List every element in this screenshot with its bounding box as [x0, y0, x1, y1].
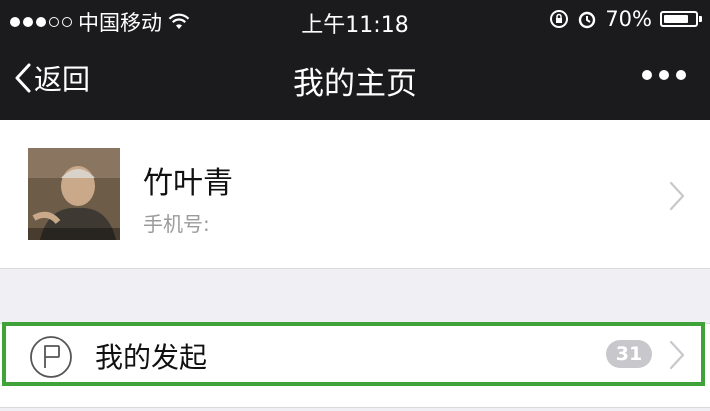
battery-icon	[660, 11, 702, 27]
alarm-icon	[579, 11, 596, 29]
nav-bar: 返回 我的主页	[0, 40, 710, 120]
my-launch-label: 我的发起	[95, 341, 208, 374]
status-right: 70%	[549, 7, 702, 31]
more-dots-icon[interactable]	[642, 70, 686, 80]
profile-phone-label: 手机号:	[143, 212, 210, 236]
profile-card[interactable]: 竹叶青 手机号:	[0, 120, 710, 269]
flag-icon	[30, 336, 72, 378]
status-bar: 中国移动 上午11:18 70%	[0, 0, 710, 40]
battery-percent: 70%	[605, 7, 652, 31]
avatar	[28, 148, 120, 240]
rotation-lock-icon	[550, 10, 569, 28]
profile-name: 竹叶青	[143, 166, 233, 201]
page-title: 我的主页	[293, 66, 417, 102]
chevron-right-icon	[669, 181, 685, 211]
chevron-right-icon	[669, 340, 685, 370]
count-badge: 31	[606, 340, 652, 368]
